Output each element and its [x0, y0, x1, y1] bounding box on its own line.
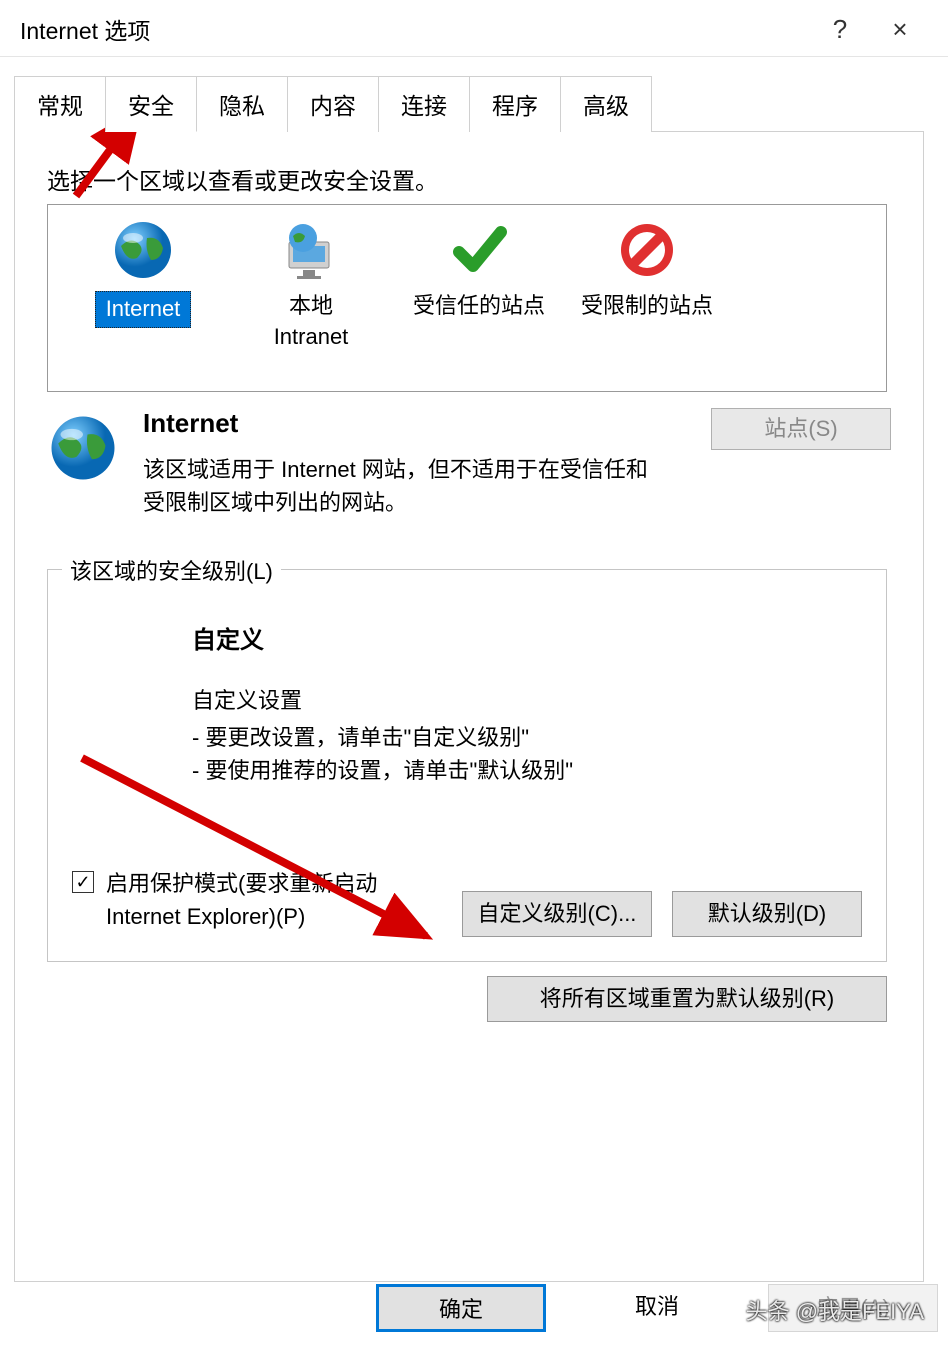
current-zone-info: Internet 该区域适用于 Internet 网站，但不适用于在受信任和受限… — [47, 408, 891, 519]
tab-connections[interactable]: 连接 — [378, 76, 470, 132]
close-button[interactable]: × — [870, 14, 930, 45]
security-level-subtitle: 自定义设置 — [192, 683, 862, 715]
tab-general[interactable]: 常规 — [14, 76, 106, 132]
zone-listbox: Internet 本地 Intranet 受信任的站点 — [47, 204, 887, 392]
current-zone-description: 该区域适用于 Internet 网站，但不适用于在受信任和受限制区域中列出的网站… — [143, 453, 663, 519]
tab-programs[interactable]: 程序 — [469, 76, 561, 132]
zone-item-trusted[interactable]: 受信任的站点 — [404, 215, 554, 322]
security-level-line2: - 要使用推荐的设置，请单击"默认级别" — [192, 754, 862, 787]
cancel-button[interactable]: 取消 — [572, 1284, 742, 1332]
level-buttons: 自定义级别(C)... 默认级别(D) — [462, 891, 862, 937]
current-zone-name: Internet — [143, 408, 675, 439]
globe-icon — [47, 412, 119, 484]
tab-privacy[interactable]: 隐私 — [196, 76, 288, 132]
custom-level-button[interactable]: 自定义级别(C)... — [462, 891, 652, 937]
zone-name-label: Internet — [95, 291, 192, 328]
default-level-button[interactable]: 默认级别(D) — [672, 891, 862, 937]
security-level-title: 自定义 — [192, 620, 862, 655]
tab-content[interactable]: 内容 — [287, 76, 379, 132]
globe-icon — [68, 215, 218, 285]
tabs: 常规 安全 隐私 内容 连接 程序 高级 — [14, 75, 924, 132]
protected-mode-label: 启用保护模式(要求重新启动 Internet Explorer)(P) — [106, 867, 446, 933]
window-title: Internet 选项 — [20, 12, 810, 46]
zone-select-label: 选择一个区域以查看或更改安全设置。 — [47, 162, 891, 196]
protected-mode-checkbox[interactable]: ✓ — [72, 871, 94, 893]
reset-all-button[interactable]: 将所有区域重置为默认级别(R) — [487, 976, 887, 1022]
security-level-line1: - 要更改设置，请单击"自定义级别" — [192, 721, 862, 754]
tab-advanced[interactable]: 高级 — [560, 76, 652, 132]
zone-name-label: 受限制的站点 — [581, 293, 713, 318]
no-entry-icon — [572, 215, 722, 285]
help-button[interactable]: ? — [810, 14, 870, 45]
ok-button[interactable]: 确定 — [376, 1284, 546, 1332]
zone-item-internet[interactable]: Internet — [68, 215, 218, 328]
monitor-globe-icon — [236, 215, 386, 285]
zone-name-label: 本地 Intranet — [274, 293, 349, 349]
zone-item-restricted[interactable]: 受限制的站点 — [572, 215, 722, 322]
tab-security[interactable]: 安全 — [105, 76, 197, 132]
checkmark-icon — [404, 215, 554, 285]
security-level-fieldset: 该区域的安全级别(L) 自定义 自定义设置 - 要更改设置，请单击"自定义级别"… — [47, 569, 887, 962]
tab-content-panel: 选择一个区域以查看或更改安全设置。 Internet — [14, 132, 924, 1282]
titlebar: Internet 选项 ? × — [0, 0, 948, 57]
sites-button[interactable]: 站点(S) — [711, 408, 891, 450]
reset-row: 将所有区域重置为默认级别(R) — [47, 976, 887, 1022]
fieldset-legend: 该区域的安全级别(L) — [62, 554, 281, 586]
apply-button[interactable]: 应用(A) — [768, 1284, 938, 1332]
zone-name-label: 受信任的站点 — [413, 293, 545, 318]
dialog-buttons: 确定 取消 应用(A) — [376, 1284, 938, 1332]
zone-item-intranet[interactable]: 本地 Intranet — [236, 215, 386, 353]
